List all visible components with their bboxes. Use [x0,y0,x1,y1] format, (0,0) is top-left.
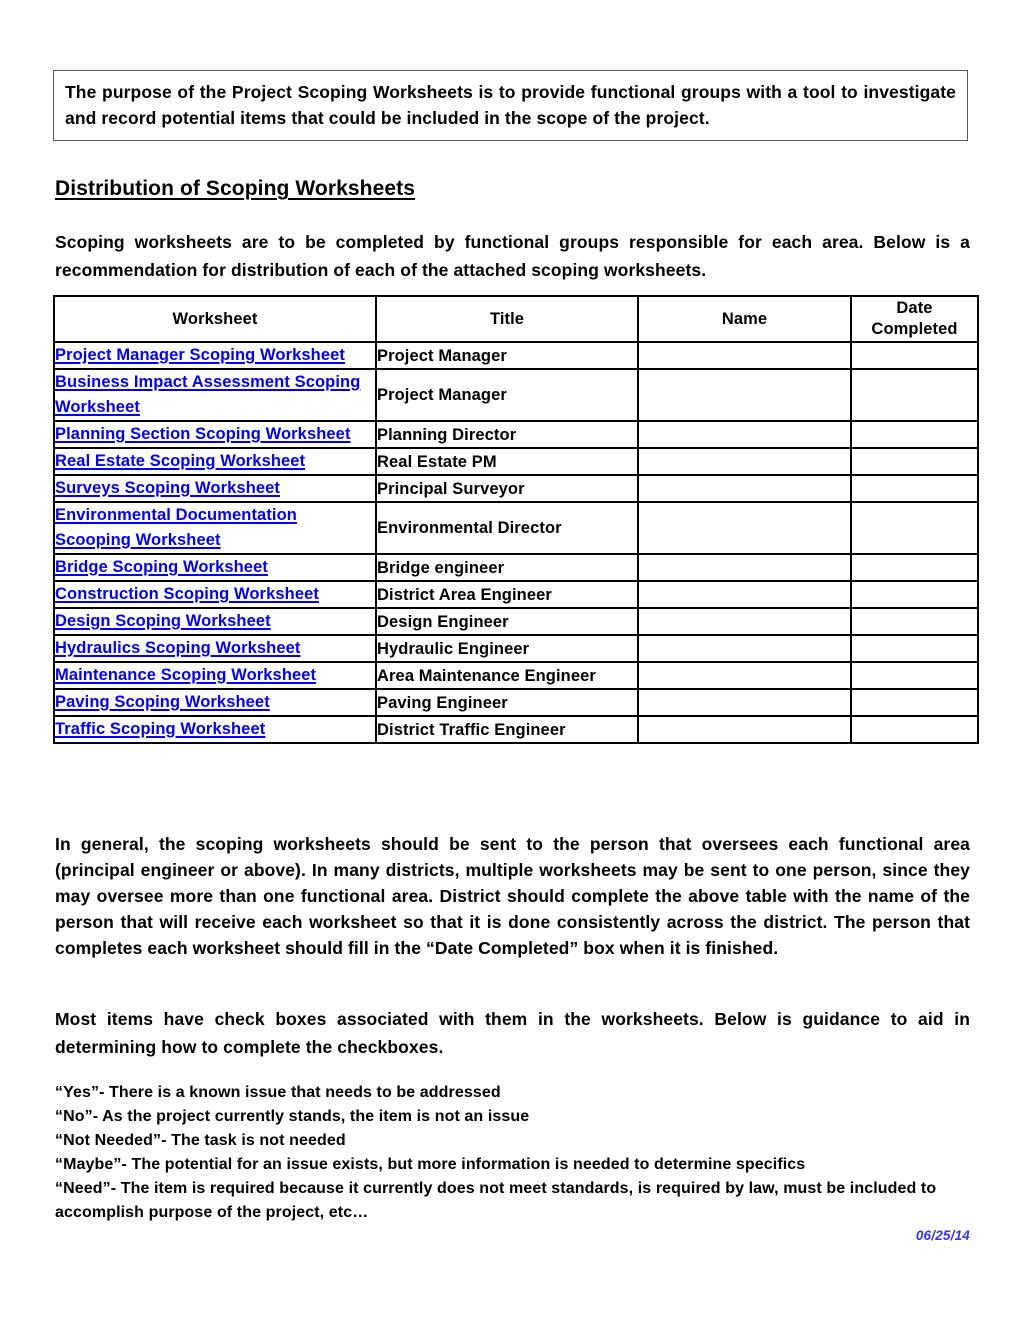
table-row: Real Estate Scoping Worksheet Real Estat… [53,447,979,476]
column-header-worksheet: Worksheet [53,295,377,343]
definition-not-needed: “Not Needed”- The task is not needed [55,1132,346,1149]
name-cell[interactable] [637,634,852,663]
definition-maybe: “Maybe”- The potential for an issue exis… [55,1156,806,1173]
table-header-row: Worksheet Title Name Date Completed [53,295,979,343]
worksheet-cell: Construction Scoping Worksheet [53,580,377,609]
table-row: Planning Section Scoping Worksheet Plann… [53,420,979,449]
worksheet-link[interactable]: Hydraulics Scoping Worksheet [55,639,300,657]
title-cell: Real Estate PM [375,447,639,476]
column-header-date-completed: Date Completed [850,295,979,343]
name-cell[interactable] [637,341,852,370]
purpose-callout-box: The purpose of the Project Scoping Works… [53,70,968,141]
title-cell: Bridge engineer [375,553,639,582]
table-row: Paving Scoping Worksheet Paving Engineer [53,688,979,717]
date-completed-cell[interactable] [850,634,979,663]
date-completed-cell[interactable] [850,553,979,582]
title-cell: Paving Engineer [375,688,639,717]
worksheet-cell: Traffic Scoping Worksheet [53,715,377,744]
name-cell[interactable] [637,553,852,582]
table-row: Design Scoping Worksheet Design Engineer [53,607,979,636]
worksheet-link[interactable]: Maintenance Scoping Worksheet [55,666,316,684]
definition-need: “Need”- The item is required because it … [55,1180,937,1221]
table-row: Project Manager Scoping Worksheet Projec… [53,341,979,370]
table-row: Hydraulics Scoping Worksheet Hydraulic E… [53,634,979,663]
name-cell[interactable] [637,368,852,422]
name-cell[interactable] [637,447,852,476]
name-cell[interactable] [637,420,852,449]
column-header-name: Name [637,295,852,343]
worksheet-cell: Surveys Scoping Worksheet [53,474,377,503]
title-cell: Hydraulic Engineer [375,634,639,663]
date-completed-cell[interactable] [850,715,979,744]
worksheet-link[interactable]: Business Impact Assessment Scoping Works… [55,373,360,416]
name-cell[interactable] [637,501,852,555]
checkbox-definitions-list: “Yes”- There is a known issue that needs… [55,1081,975,1225]
worksheet-link[interactable]: Environmental Documentation Scooping Wor… [55,506,297,549]
date-completed-cell[interactable] [850,661,979,690]
name-cell[interactable] [637,580,852,609]
table-row: Surveys Scoping Worksheet Principal Surv… [53,474,979,503]
title-cell: Design Engineer [375,607,639,636]
footer-revision-date: 06/25/14 [915,1228,970,1243]
worksheet-link[interactable]: Bridge Scoping Worksheet [55,558,268,576]
document-page: The purpose of the Project Scoping Works… [0,0,1020,1320]
title-cell: Planning Director [375,420,639,449]
worksheet-link[interactable]: Real Estate Scoping Worksheet [55,452,305,470]
worksheet-link[interactable]: Design Scoping Worksheet [55,612,271,630]
worksheet-link[interactable]: Project Manager Scoping Worksheet [55,346,345,364]
title-cell: Area Maintenance Engineer [375,661,639,690]
title-cell: Environmental Director [375,501,639,555]
date-completed-cell[interactable] [850,580,979,609]
worksheet-link[interactable]: Planning Section Scoping Worksheet [55,425,351,443]
name-cell[interactable] [637,474,852,503]
worksheet-cell: Design Scoping Worksheet [53,607,377,636]
worksheet-cell: Environmental Documentation Scooping Wor… [53,501,377,555]
definition-yes: “Yes”- There is a known issue that needs… [55,1084,501,1101]
worksheet-cell: Project Manager Scoping Worksheet [53,341,377,370]
title-cell: Project Manager [375,341,639,370]
date-completed-cell[interactable] [850,341,979,370]
worksheet-cell: Planning Section Scoping Worksheet [53,420,377,449]
name-cell[interactable] [637,715,852,744]
date-completed-cell[interactable] [850,474,979,503]
table-row: Environmental Documentation Scooping Wor… [53,501,979,555]
intro-paragraph: Scoping worksheets are to be completed b… [55,232,970,280]
name-cell[interactable] [637,661,852,690]
name-cell[interactable] [637,688,852,717]
date-completed-cell[interactable] [850,688,979,717]
worksheet-link[interactable]: Traffic Scoping Worksheet [55,720,265,738]
worksheet-cell: Business Impact Assessment Scoping Works… [53,368,377,422]
date-completed-cell[interactable] [850,368,979,422]
worksheet-cell: Hydraulics Scoping Worksheet [53,634,377,663]
date-completed-cell[interactable] [850,420,979,449]
table-row: Bridge Scoping Worksheet Bridge engineer [53,553,979,582]
table-body: Project Manager Scoping Worksheet Projec… [53,341,979,744]
date-completed-cell[interactable] [850,447,979,476]
date-completed-cell[interactable] [850,501,979,555]
worksheet-link[interactable]: Surveys Scoping Worksheet [55,479,280,497]
table-row: Construction Scoping Worksheet District … [53,580,979,609]
page-title: Distribution of Scoping Worksheets [55,177,625,200]
title-cell: District Traffic Engineer [375,715,639,744]
title-cell: District Area Engineer [375,580,639,609]
name-cell[interactable] [637,607,852,636]
column-header-title: Title [375,295,639,343]
worksheet-cell: Bridge Scoping Worksheet [53,553,377,582]
table-row: Business Impact Assessment Scoping Works… [53,368,979,422]
definition-no: “No”- As the project currently stands, t… [55,1108,530,1125]
worksheet-cell: Maintenance Scoping Worksheet [53,661,377,690]
purpose-text: The purpose of the Project Scoping Works… [65,82,956,128]
checkbox-guidance-paragraph: Most items have check boxes associated w… [55,1009,970,1057]
worksheet-cell: Paving Scoping Worksheet [53,688,377,717]
title-cell: Principal Surveyor [375,474,639,503]
table-row: Traffic Scoping Worksheet District Traff… [53,715,979,744]
title-cell: Project Manager [375,368,639,422]
distribution-table: Worksheet Title Name Date Completed Proj… [53,295,979,744]
table-row: Maintenance Scoping Worksheet Area Maint… [53,661,979,690]
general-guidance-paragraph: In general, the scoping worksheets shoul… [55,834,970,958]
worksheet-cell: Real Estate Scoping Worksheet [53,447,377,476]
worksheet-link[interactable]: Paving Scoping Worksheet [55,693,270,711]
date-completed-cell[interactable] [850,607,979,636]
worksheet-link[interactable]: Construction Scoping Worksheet [55,585,319,603]
